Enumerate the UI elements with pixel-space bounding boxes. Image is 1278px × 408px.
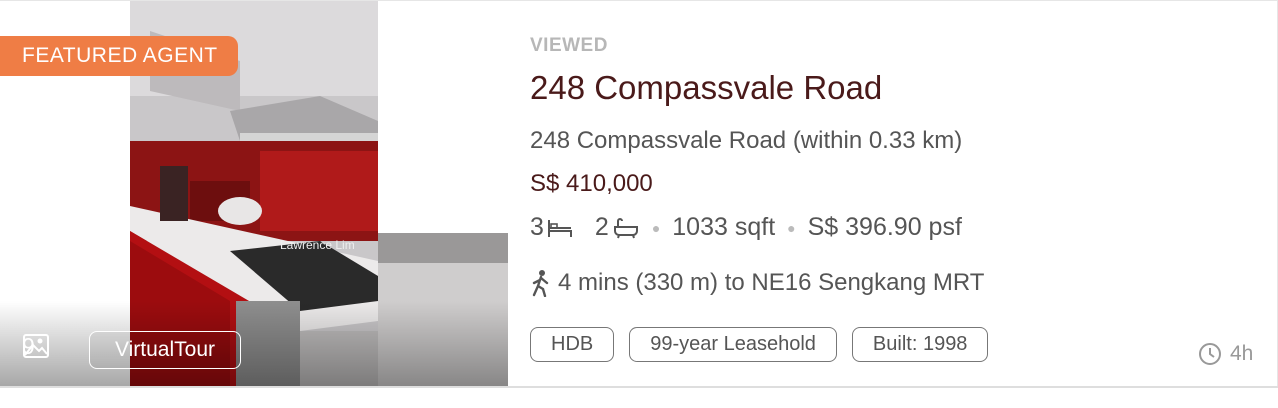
mrt-text: 4 mins (330 m) to NE16 Sengkang MRT: [558, 269, 985, 296]
clock-icon: [1199, 343, 1221, 365]
tag-built-year: Built: 1998: [851, 327, 989, 362]
floor-area: 1033 sqft: [672, 213, 776, 241]
photo-count[interactable]: 9: [22, 333, 49, 360]
card-divider: [0, 386, 1278, 388]
image-icon: [23, 334, 49, 358]
featured-agent-badge: FEATURED AGENT: [0, 36, 238, 76]
posted-time: 4h: [1198, 342, 1253, 366]
listing-specs: 3 2 ● 1033 sqft ● S$ 396.90 psf: [530, 213, 962, 242]
tag-property-type: HDB: [530, 327, 615, 362]
viewed-label: VIEWED: [530, 35, 608, 56]
listing-address: 248 Compassvale Road (within 0.33 km): [530, 127, 963, 154]
listing-card[interactable]: Lawrence Lim FEATURED AGENT 9 VirtualTou…: [0, 0, 1278, 388]
bathtub-icon: [613, 217, 638, 238]
price-per-sqft: S$ 396.90 psf: [807, 213, 962, 241]
mrt-distance: 4 mins (330 m) to NE16 Sengkang MRT: [530, 269, 984, 297]
listing-title[interactable]: 248 Compassvale Road: [530, 69, 882, 107]
listing-tags: HDB 99-year Leasehold Built: 1998: [530, 327, 989, 362]
separator-dot: ●: [651, 219, 661, 236]
tag-tenure: 99-year Leasehold: [629, 327, 837, 362]
bed-icon: [547, 219, 572, 237]
listing-price: S$ 410,000: [530, 170, 653, 197]
walking-person-icon: [532, 270, 549, 297]
virtual-tour-button[interactable]: VirtualTour: [89, 331, 241, 369]
photo-watermark: Lawrence Lim: [280, 238, 355, 252]
posted-time-value: 4h: [1230, 342, 1254, 365]
bathroom-count: 2: [594, 213, 609, 241]
separator-dot: ●: [787, 219, 796, 236]
listing-photo[interactable]: Lawrence Lim FEATURED AGENT 9 VirtualTou…: [0, 1, 508, 387]
bedroom-count: 3: [530, 213, 544, 241]
